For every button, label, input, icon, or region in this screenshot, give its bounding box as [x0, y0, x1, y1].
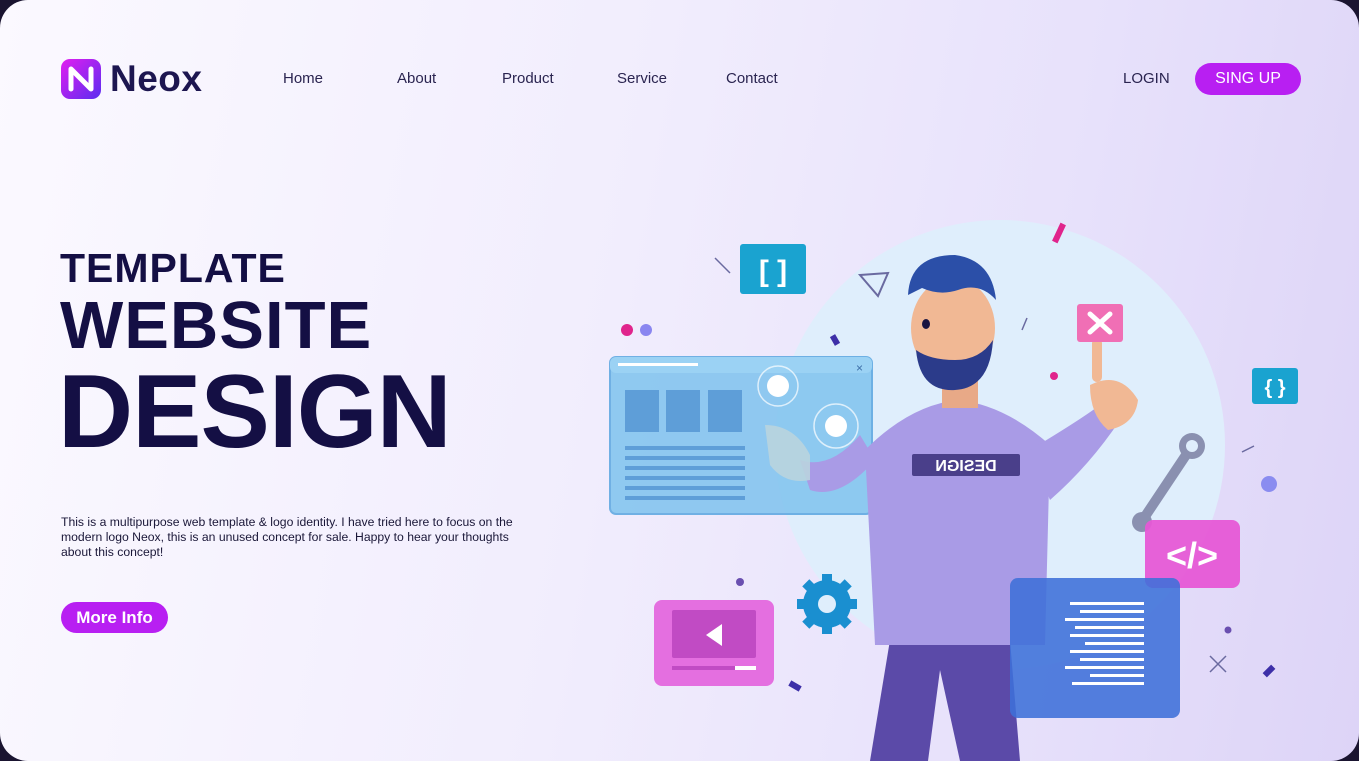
hero-title-line-2: WEBSITE — [60, 288, 373, 363]
decor-dot — [1224, 626, 1232, 634]
bracket-icon-left: [ ] — [759, 255, 787, 288]
code-icon: </> — [1166, 535, 1218, 576]
decor-dot — [1261, 476, 1277, 492]
decor-dot — [640, 324, 652, 336]
decor-cross — [1209, 655, 1227, 673]
gear-icon — [797, 574, 857, 634]
decor-dot — [1050, 372, 1058, 380]
hero-description: This is a multipurpose web template & lo… — [61, 515, 513, 559]
video-player-card — [654, 600, 774, 686]
landing-page: Neox Home About Product Service Contact … — [0, 0, 1359, 761]
nav-contact[interactable]: Contact — [726, 70, 778, 87]
svg-text:×: × — [856, 361, 863, 375]
document-card — [1010, 578, 1180, 718]
nav-product[interactable]: Product — [502, 70, 554, 87]
logo[interactable]: Neox — [60, 58, 202, 100]
nav-home[interactable]: Home — [283, 70, 323, 87]
nav-service[interactable]: Service — [617, 70, 667, 87]
hero-illustration: [ ] { } × DESIGN </> — [609, 220, 1298, 761]
decor-dot — [736, 578, 744, 586]
hero-title-line-3: DESIGN — [58, 354, 452, 470]
decor-dot — [621, 324, 633, 336]
decor-dash — [1262, 664, 1276, 678]
decor-dash — [788, 680, 802, 692]
hero-title-line-1: TEMPLATE — [60, 245, 286, 291]
signup-button[interactable]: SING UP — [1195, 63, 1301, 95]
nav-about[interactable]: About — [397, 70, 436, 87]
neox-logo-icon — [61, 59, 101, 99]
login-link[interactable]: LOGIN — [1123, 70, 1170, 87]
shirt-text: DESIGN — [935, 458, 996, 475]
bracket-icon-right: { } — [1264, 377, 1285, 399]
more-info-button[interactable]: More Info — [61, 602, 168, 633]
decor-line — [714, 257, 731, 274]
logo-text: Neox — [110, 58, 203, 99]
decor-line — [1241, 445, 1255, 453]
